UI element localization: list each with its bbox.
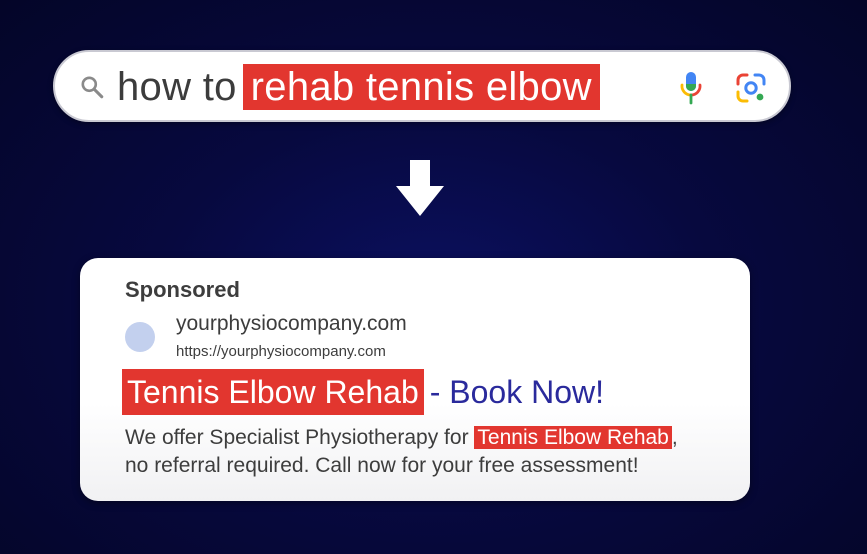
down-arrow-icon xyxy=(396,160,444,216)
site-url[interactable]: https://yourphysiocompany.com xyxy=(176,343,386,360)
ad-description-line-1: We offer Specialist Physiotherapy for Te… xyxy=(125,424,745,452)
ad-description: We offer Specialist Physiotherapy for Te… xyxy=(125,424,745,480)
ad-description-comma: , xyxy=(671,426,678,449)
ad-description-line-2: no referral required. Call now for your … xyxy=(125,454,639,477)
search-icon xyxy=(81,76,104,99)
ad-headline-rest: - Book Now! xyxy=(429,373,605,410)
search-query[interactable]: how to rehab tennis elbow xyxy=(117,64,600,110)
sponsored-ad-card: Sponsored yourphysiocompany.com https://… xyxy=(80,258,750,501)
site-favicon xyxy=(125,322,155,352)
search-query-plain: how to xyxy=(117,64,237,109)
camera-lens-icon[interactable] xyxy=(735,72,767,104)
search-bar[interactable]: how to rehab tennis elbow xyxy=(53,50,791,122)
ad-headline-link[interactable]: Tennis Elbow Rehab - Book Now! xyxy=(122,369,604,415)
ad-headline-highlight: Tennis Elbow Rehab xyxy=(122,369,424,415)
ad-description-highlight: Tennis Elbow Rehab xyxy=(474,426,672,449)
sponsored-label: Sponsored xyxy=(125,277,240,302)
search-query-highlight: rehab tennis elbow xyxy=(242,64,600,110)
microphone-icon[interactable] xyxy=(678,70,704,106)
site-name[interactable]: yourphysiocompany.com xyxy=(176,312,407,336)
ad-description-text: We offer Specialist Physiotherapy for xyxy=(125,426,475,449)
